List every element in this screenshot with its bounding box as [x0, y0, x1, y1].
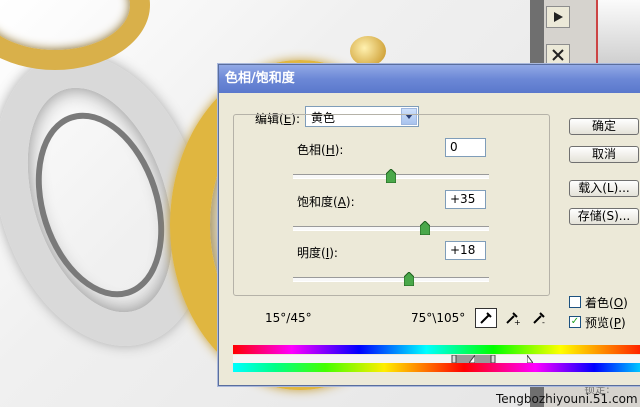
hue-input[interactable]: 0 — [445, 138, 486, 157]
gold-ring-top — [0, 0, 150, 70]
adjust-group — [233, 114, 550, 296]
lightness-label-text: 明度 — [297, 246, 322, 260]
tools-icon[interactable] — [546, 44, 570, 66]
eyedropper-icon[interactable] — [475, 308, 497, 328]
cancel-button[interactable]: 取消 — [569, 146, 639, 163]
gold-bead — [350, 36, 386, 66]
saturation-label: 饱和度(A): — [297, 195, 355, 209]
range-left-readout: 15°/45° — [265, 311, 312, 325]
preview-checkbox[interactable]: ✓ — [569, 316, 581, 328]
falloff-right[interactable] — [527, 355, 533, 363]
output-hue-bar — [233, 363, 640, 372]
colorize-label: 着色(O) — [585, 296, 628, 310]
colorize-hotkey: O — [613, 296, 624, 310]
lightness-hotkey: I — [325, 246, 330, 260]
range-right-readout: 75°\105° — [411, 311, 466, 325]
load-button[interactable]: 载入(L)... — [569, 180, 639, 197]
colorize-label-text: 着色 — [585, 296, 610, 310]
hue-slider-thumb[interactable] — [386, 169, 396, 183]
range-stop-left[interactable] — [451, 355, 457, 363]
save-button[interactable]: 存储(S)... — [569, 208, 639, 225]
saturation-slider-track[interactable] — [293, 226, 489, 231]
svg-text:+: + — [514, 318, 521, 325]
watermark: Tengbozhiyouni.51.com — [496, 392, 638, 406]
preview-hotkey: P — [613, 316, 621, 330]
eyedropper-plus-icon[interactable]: + — [502, 308, 524, 328]
play-icon[interactable] — [546, 6, 570, 28]
saturation-slider-thumb[interactable] — [420, 221, 431, 235]
range-stop-right[interactable] — [490, 355, 496, 363]
saturation-hotkey: A — [337, 195, 346, 209]
input-hue-bar — [233, 345, 640, 354]
colorize-checkbox[interactable] — [569, 296, 581, 308]
hue-label-text: 色相 — [297, 143, 322, 157]
saturation-input[interactable]: +35 — [445, 190, 486, 209]
lightness-slider-track[interactable] — [293, 277, 489, 282]
layer-thumbnail[interactable] — [596, 0, 640, 64]
ok-button[interactable]: 确定 — [569, 118, 639, 135]
svg-text:-: - — [542, 318, 545, 325]
eyedropper-minus-icon[interactable]: - — [529, 308, 551, 328]
lightness-label: 明度(I): — [297, 246, 338, 260]
hue-saturation-dialog: 色相/饱和度 编辑(E): 黄色 色相(H): 0 饱和度(A): +35 明度… — [218, 64, 640, 386]
falloff-left[interactable] — [469, 355, 475, 363]
hue-range-slider[interactable] — [233, 355, 640, 363]
lightness-input[interactable]: +18 — [445, 241, 486, 260]
saturation-label-text: 饱和度 — [297, 195, 334, 209]
preview-label-text: 预览 — [585, 316, 610, 330]
preview-label: 预览(P) — [585, 316, 626, 330]
hue-hotkey: H — [325, 143, 335, 157]
hue-label: 色相(H): — [297, 143, 344, 157]
lightness-slider-thumb[interactable] — [403, 272, 414, 286]
dialog-title[interactable]: 色相/饱和度 — [219, 65, 640, 93]
